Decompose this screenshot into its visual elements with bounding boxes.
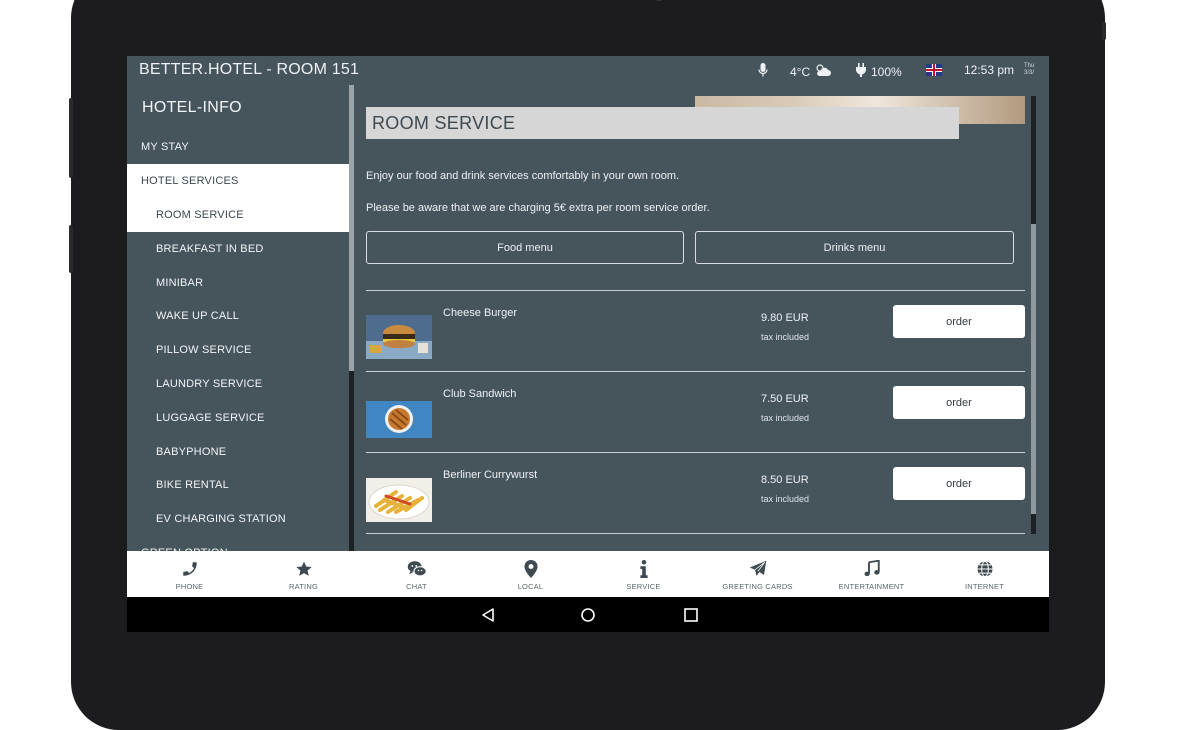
tax-note: tax included bbox=[761, 332, 810, 342]
home-circle-icon bbox=[581, 608, 595, 622]
home-button[interactable] bbox=[578, 605, 598, 625]
list-item: Berliner Currywurst 8.50 EUR tax include… bbox=[366, 453, 1025, 533]
tab-label: ENTERTAINMENT bbox=[838, 582, 905, 591]
sidebar-item-pillow-service[interactable]: PILLOW SERVICE bbox=[127, 333, 349, 367]
back-triangle-icon bbox=[482, 608, 494, 622]
intro-text: Enjoy our food and drink services comfor… bbox=[366, 170, 680, 182]
plug-icon bbox=[855, 63, 867, 80]
tab-phone[interactable]: PHONE bbox=[133, 551, 246, 597]
sidebar-item-green-option[interactable]: GREEN OPTION bbox=[127, 536, 349, 551]
tab-local[interactable]: LOCAL bbox=[474, 551, 587, 597]
tab-label: LOCAL bbox=[517, 582, 544, 591]
info-icon bbox=[634, 559, 654, 579]
location-pin-icon bbox=[521, 559, 541, 579]
front-camera bbox=[654, 0, 664, 1]
club-sandwich-image bbox=[366, 401, 432, 438]
berliner-currywurst-image bbox=[366, 478, 432, 522]
list-item: Cheese Burger 9.80 EUR tax included orde… bbox=[366, 291, 1025, 371]
music-note-icon bbox=[862, 559, 882, 579]
main-scrollbar[interactable] bbox=[1031, 96, 1036, 534]
sidebar-item-room-service[interactable]: ROOM SERVICE bbox=[127, 198, 349, 232]
recents-button[interactable] bbox=[681, 605, 701, 625]
order-button-berliner-currywurst[interactable]: order bbox=[893, 467, 1025, 500]
sidebar-item-my-stay[interactable]: MY STAY bbox=[127, 130, 349, 164]
tab-label: PHONE bbox=[175, 582, 204, 591]
food-price: 8.50 EUR bbox=[761, 474, 809, 486]
tab-entertainment[interactable]: ENTERTAINMENT bbox=[815, 551, 928, 597]
back-button[interactable] bbox=[478, 605, 498, 625]
tablet-side-button-right bbox=[1102, 22, 1106, 40]
main-content: ROOM SERVICE Enjoy our food and drink se… bbox=[366, 85, 1026, 551]
app-title: BETTER.HOTEL - ROOM 151 bbox=[139, 61, 360, 78]
tablet-side-button-upper bbox=[69, 98, 73, 178]
sidebar-item-ev-charging-station[interactable]: EV CHARGING STATION bbox=[127, 502, 349, 536]
android-nav-bar bbox=[127, 597, 1049, 632]
partly-cloudy-icon bbox=[814, 63, 832, 80]
phone-icon bbox=[180, 559, 200, 579]
sidebar-scrollbar[interactable] bbox=[349, 85, 354, 551]
sidebar-item-bike-rental[interactable]: BIKE RENTAL bbox=[127, 468, 349, 502]
recents-square-icon bbox=[684, 608, 698, 622]
sidebar-item-laundry-service[interactable]: LAUNDRY SERVICE bbox=[127, 367, 349, 401]
temperature-text: 4°C bbox=[790, 64, 811, 79]
order-button-club-sandwich[interactable]: order bbox=[893, 386, 1025, 419]
sidebar-scrollbar-thumb[interactable] bbox=[349, 85, 354, 371]
main-scrollbar-thumb[interactable] bbox=[1031, 224, 1036, 514]
food-name: Berliner Currywurst bbox=[443, 469, 538, 481]
sidebar-item-minibar[interactable]: MINIBAR bbox=[127, 266, 349, 300]
tab-greeting-cards[interactable]: GREETING CARDS bbox=[701, 551, 814, 597]
drinks-menu-button[interactable]: Drinks menu bbox=[695, 231, 1014, 264]
sidebar-item-luggage-service[interactable]: LUGGAGE SERVICE bbox=[127, 401, 349, 435]
microphone-icon[interactable] bbox=[758, 63, 768, 77]
chat-icon bbox=[407, 559, 427, 579]
tab-label: INTERNET bbox=[964, 582, 1005, 591]
sidebar: HOTEL-INFO MY STAY HOTEL SERVICES ROOM S… bbox=[127, 85, 349, 551]
cheese-burger-image bbox=[366, 315, 432, 359]
date-text: Thu 3/3/ bbox=[1024, 63, 1035, 76]
sidebar-item-breakfast-in-bed[interactable]: BREAKFAST IN BED bbox=[127, 232, 349, 266]
tax-note: tax included bbox=[761, 494, 810, 504]
food-price: 9.80 EUR bbox=[761, 312, 809, 324]
tab-label: CHAT bbox=[406, 582, 427, 591]
food-menu-button[interactable]: Food menu bbox=[366, 231, 684, 264]
tablet-screen: BETTER.HOTEL - ROOM 151 4°C 100% 12:53 p… bbox=[127, 56, 1049, 632]
tax-note: tax included bbox=[761, 413, 810, 423]
order-button-cheese-burger[interactable]: order bbox=[893, 305, 1025, 338]
sidebar-item-babyphone[interactable]: BABYPHONE bbox=[127, 435, 349, 469]
list-divider bbox=[366, 533, 1025, 534]
tab-internet[interactable]: INTERNET bbox=[928, 551, 1041, 597]
tablet-side-button-lower bbox=[69, 225, 73, 273]
weather-widget: 4°C bbox=[790, 63, 832, 80]
page-title: ROOM SERVICE bbox=[366, 107, 959, 139]
list-item: Club Sandwich 7.50 EUR tax included orde… bbox=[366, 372, 1025, 452]
tab-service[interactable]: SERVICE bbox=[587, 551, 700, 597]
tab-chat[interactable]: CHAT bbox=[360, 551, 473, 597]
food-name: Cheese Burger bbox=[443, 307, 517, 319]
sidebar-item-hotel-services[interactable]: HOTEL SERVICES bbox=[127, 164, 349, 198]
tab-rating[interactable]: RATING bbox=[247, 551, 360, 597]
tab-label: RATING bbox=[289, 582, 318, 591]
sidebar-item-wake-up-call[interactable]: WAKE UP CALL bbox=[127, 299, 349, 333]
food-price: 7.50 EUR bbox=[761, 393, 809, 405]
tab-label: SERVICE bbox=[626, 582, 661, 591]
battery-text: 100% bbox=[871, 64, 902, 79]
status-bar: BETTER.HOTEL - ROOM 151 4°C 100% 12:53 p… bbox=[127, 56, 1049, 85]
food-name: Club Sandwich bbox=[443, 388, 517, 400]
bottom-tab-bar: PHONE RATING CHAT LOCAL SERVICE GREETING… bbox=[127, 551, 1049, 597]
paper-plane-icon bbox=[748, 559, 768, 579]
uk-flag-icon[interactable] bbox=[926, 64, 942, 76]
globe-icon bbox=[975, 559, 995, 579]
sidebar-header: HOTEL-INFO bbox=[142, 99, 242, 116]
tab-label: GREETING CARDS bbox=[722, 582, 793, 591]
clock-text: 12:53 pm bbox=[964, 63, 1015, 77]
star-icon bbox=[294, 559, 314, 579]
battery-widget: 100% bbox=[855, 63, 902, 80]
surcharge-note: Please be aware that we are charging 5€ … bbox=[366, 202, 710, 214]
